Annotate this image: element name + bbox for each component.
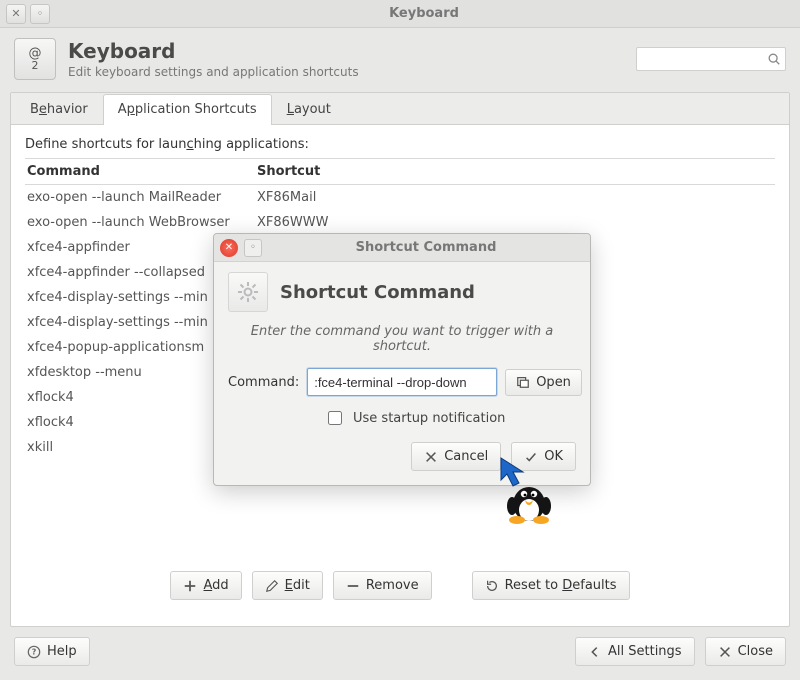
reset-defaults-button[interactable]: Reset to Defaults <box>472 571 630 600</box>
cell-command: exo-open --launch MailReader <box>27 190 257 205</box>
search-icon <box>767 52 781 66</box>
tabs: Behavior Application Shortcuts Layout <box>11 93 789 125</box>
cell-command: exo-open --launch WebBrowser <box>27 215 257 230</box>
close-icon <box>424 450 438 464</box>
cell-shortcut: XF86Mail <box>257 190 773 205</box>
minus-icon <box>346 579 360 593</box>
open-button[interactable]: Open <box>505 369 582 396</box>
all-settings-button[interactable]: All Settings <box>575 637 695 666</box>
table-row[interactable]: exo-open --launch WebBrowserXF86WWW <box>25 210 775 235</box>
remove-button[interactable]: Remove <box>333 571 432 600</box>
tab-application-shortcuts[interactable]: Application Shortcuts <box>103 94 272 125</box>
shortcut-command-dialog: ✕ ◦ Shortcut Command Shortcut Command En… <box>213 233 591 486</box>
keyboard-key-icon: @ 2 <box>14 38 56 80</box>
cancel-button[interactable]: Cancel <box>411 442 501 471</box>
column-shortcut[interactable]: Shortcut <box>257 164 773 179</box>
pencil-icon <box>265 579 279 593</box>
help-button[interactable]: ? Help <box>14 637 90 666</box>
edit-button[interactable]: Edit <box>252 571 323 600</box>
window-titlebar: ✕ ◦ Keyboard <box>0 0 800 28</box>
check-icon <box>524 450 538 464</box>
chevron-left-icon <box>588 645 602 659</box>
page-subtitle: Edit keyboard settings and application s… <box>68 65 359 79</box>
dialog-titlebar: ✕ ◦ Shortcut Command <box>214 234 590 262</box>
dialog-heading: Shortcut Command <box>280 282 475 303</box>
svg-text:?: ? <box>32 647 37 656</box>
search-input[interactable] <box>636 47 786 71</box>
gear-icon <box>228 272 268 312</box>
tab-behavior[interactable]: Behavior <box>15 94 103 125</box>
ok-button[interactable]: OK <box>511 442 576 471</box>
command-label: Command: <box>228 375 299 390</box>
list-toolbar: Add Edit Remove Reset to Defaults <box>25 559 775 614</box>
dialog-title: Shortcut Command <box>268 240 584 255</box>
header: @ 2 Keyboard Edit keyboard settings and … <box>0 28 800 86</box>
help-icon: ? <box>27 645 41 659</box>
command-input[interactable] <box>307 368 497 396</box>
cell-shortcut: XF86WWW <box>257 215 773 230</box>
page-title: Keyboard <box>68 39 359 63</box>
footer: ? Help All Settings Close <box>0 627 800 680</box>
folder-icon <box>516 375 530 389</box>
dialog-description: Enter the command you want to trigger wi… <box>228 324 576 354</box>
close-button[interactable]: Close <box>705 637 786 666</box>
dialog-pin-button[interactable]: ◦ <box>244 239 262 257</box>
intro-text: Define shortcuts for launching applicati… <box>25 137 775 152</box>
close-icon <box>718 645 732 659</box>
reset-icon <box>485 579 499 593</box>
table-header: Command Shortcut <box>25 158 775 185</box>
window-title: Keyboard <box>54 6 794 21</box>
window-pin-button[interactable]: ◦ <box>30 4 50 24</box>
column-command[interactable]: Command <box>27 164 257 179</box>
window-close-button[interactable]: ✕ <box>6 4 26 24</box>
tab-layout[interactable]: Layout <box>272 94 346 125</box>
startup-notification-checkbox[interactable]: Use startup notification <box>324 408 576 428</box>
add-button[interactable]: Add <box>170 571 241 600</box>
table-row[interactable]: exo-open --launch MailReaderXF86Mail <box>25 185 775 210</box>
dialog-close-button[interactable]: ✕ <box>220 239 238 257</box>
plus-icon <box>183 579 197 593</box>
